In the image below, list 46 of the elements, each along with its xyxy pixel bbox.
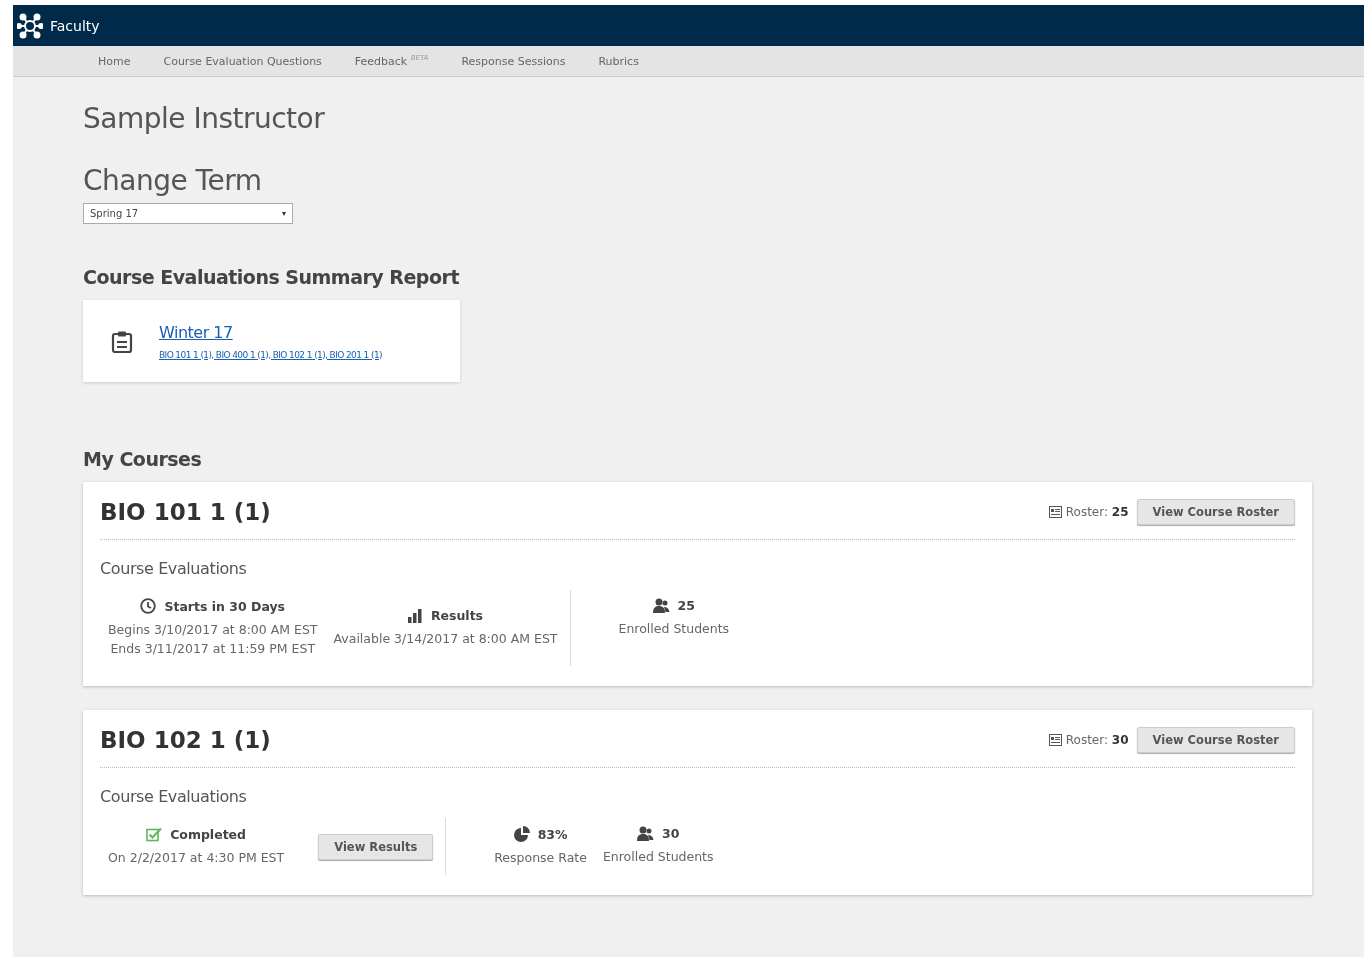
instructor-name: Sample Instructor <box>83 102 326 135</box>
clock-icon <box>140 598 157 614</box>
roster-count: Roster: 25 <box>1065 505 1129 519</box>
stat-label: Response Rate <box>494 849 587 867</box>
roster-icon <box>1048 506 1062 518</box>
evaluation-date: On 2/2/2017 at 4:30 PM EST <box>108 848 285 867</box>
people-icon <box>652 598 670 613</box>
nav-link[interactable]: Feedback $^{BETA}$ <box>354 54 429 68</box>
stat-label: Enrolled Students <box>618 620 730 638</box>
course-title: BIO 101 1 (1) <box>100 499 271 525</box>
section-title: Course Evaluations <box>100 787 248 806</box>
caret-icon <box>282 211 286 216</box>
evaluation-date: Ends 3/11/2017 at 11:59 PM EST <box>110 640 316 658</box>
roster-icon <box>1048 734 1062 746</box>
evaluation-status: Starts in 30 Days <box>164 598 286 614</box>
view-roster-button[interactable]: View Course Roster <box>1136 499 1295 525</box>
change-term-heading: Change Term <box>83 164 263 197</box>
courses-link[interactable]: BIO 101 1 (1), BIO 400 1 (1), BIO 102 1 (1), BIO 201 1 (1) <box>159 349 382 360</box>
pie-chart-icon <box>513 826 530 842</box>
nav-link[interactable]: Home <box>98 54 131 68</box>
evaluation-status: Completed <box>170 826 247 842</box>
network-logo-icon <box>17 12 43 39</box>
course-title: BIO 102 1 (1) <box>100 727 271 753</box>
view-results-button[interactable]: View Results <box>318 833 434 860</box>
evaluation-date: Begins 3/10/2017 at 8:00 AM EST <box>108 621 318 639</box>
clipboard-icon <box>111 330 133 354</box>
people-icon <box>637 826 654 841</box>
section-title: Course Evaluations <box>100 559 248 578</box>
nav-link[interactable]: Response Sessions <box>461 54 566 68</box>
results-heading: Results <box>430 608 484 623</box>
stat-value: 83% <box>537 826 568 842</box>
nav-link[interactable]: Rubrics <box>598 54 639 68</box>
checkbox-check-icon <box>146 826 163 842</box>
summary-report-heading: Course Evaluations Summary Report <box>83 266 460 288</box>
stat-value: 25 <box>677 598 695 613</box>
stat-value: 30 <box>662 826 680 841</box>
my-courses-heading: My Courses <box>83 448 203 470</box>
stat-label: Enrolled Students <box>602 848 714 866</box>
bar-chart-icon <box>407 608 423 623</box>
term-link[interactable]: Winter 17 <box>159 322 382 342</box>
roster-count: Roster: 30 <box>1065 733 1129 747</box>
view-roster-button[interactable]: View Course Roster <box>1136 727 1295 753</box>
term-select[interactable]: Spring 17 <box>83 203 293 224</box>
nav-link[interactable]: Course Evaluation Questions <box>163 54 322 68</box>
results-date: Available 3/14/2017 at 8:00 AM EST <box>333 630 558 648</box>
app-title: Faculty <box>50 17 100 34</box>
